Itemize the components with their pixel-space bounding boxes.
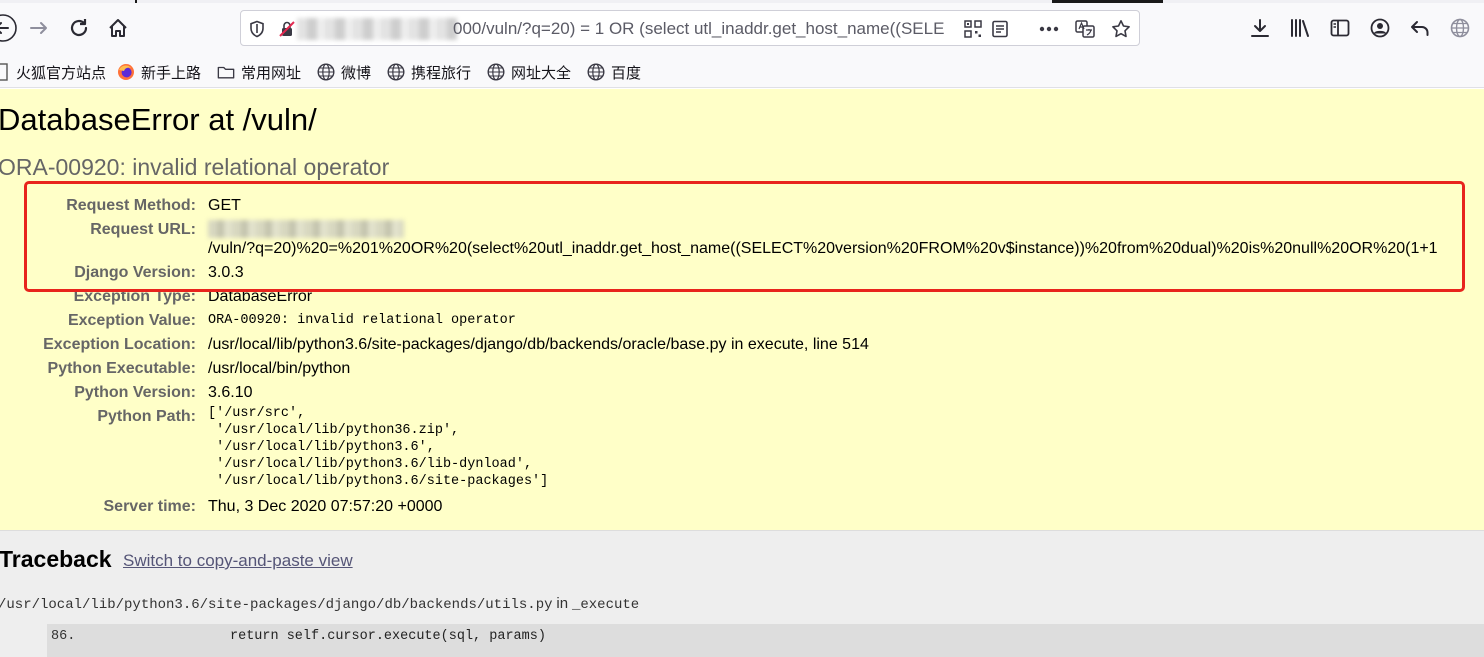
line-number: 86.	[51, 629, 76, 644]
bookmark-item-site-directory[interactable]: 网址大全	[487, 61, 571, 83]
frame-in-word: in	[556, 595, 569, 612]
shield-icon[interactable]	[247, 19, 267, 39]
traceback-title: Traceback	[0, 546, 112, 572]
bookmark-star-icon[interactable]	[1111, 19, 1131, 39]
translate-icon[interactable]	[1075, 19, 1095, 39]
globe-icon	[487, 63, 505, 81]
undo-icon[interactable]	[1405, 13, 1435, 43]
meta-key: Python Path:	[97, 408, 196, 425]
bookmark-label: 常用网址	[241, 64, 302, 82]
traceback-code-line[interactable]: 86. return self.cursor.execute(sql, para…	[47, 624, 1484, 657]
globe-icon[interactable]	[1445, 13, 1475, 43]
bookmark-item-baidu[interactable]: 百度	[587, 61, 641, 83]
bookmarks-toolbar: 火狐官方站点 新手上路 常用网址 微博 携程旅行 网址大全 百度	[0, 57, 1484, 88]
globe-icon	[317, 63, 335, 81]
switch-copy-paste-link[interactable]: Switch to copy-and-paste view	[123, 551, 353, 571]
folder-icon	[217, 63, 235, 81]
bookmark-item-getting-started[interactable]: 新手上路	[117, 61, 201, 83]
highlight-annotation-box	[24, 181, 1465, 292]
error-subtitle: ORA-00920: invalid relational operator	[0, 154, 390, 180]
bookmark-label: 微博	[341, 64, 372, 82]
browser-toolbar: 000/vuln/?q=20) = 1 OR (select utl_inadd…	[0, 0, 1484, 57]
meta-value: Thu, 3 Dec 2020 07:57:20 +0000	[208, 498, 443, 515]
download-icon[interactable]	[1245, 13, 1275, 43]
bookmark-label: 火狐官方站点	[16, 64, 107, 82]
insecure-lock-icon[interactable]	[277, 19, 297, 39]
bookmark-label: 网址大全	[511, 64, 572, 82]
globe-icon	[587, 63, 605, 81]
meta-value: /usr/local/bin/python	[208, 360, 351, 377]
meta-value: ORA-00920: invalid relational operator	[208, 313, 516, 328]
meta-key: Server time:	[103, 498, 197, 515]
meta-key: Python Executable:	[47, 360, 196, 377]
reader-view-icon[interactable]	[990, 19, 1010, 39]
line-source: return self.cursor.execute(sql, params)	[230, 629, 546, 644]
firefox-logo-icon	[117, 63, 135, 81]
forward-icon[interactable]	[24, 13, 54, 43]
meta-value: 3.6.10	[208, 384, 253, 401]
page-title: DatabaseError at /vuln/	[0, 102, 317, 137]
bookmark-label: 携程旅行	[411, 64, 472, 82]
redacted-host	[297, 18, 457, 40]
traceback-frame-header: /usr/local/lib/python3.6/site-packages/d…	[0, 594, 639, 614]
qr-code-icon[interactable]	[963, 19, 983, 39]
page-icon	[0, 63, 10, 81]
bookmark-label: 百度	[611, 64, 642, 82]
meta-key: Exception Value:	[67, 312, 196, 329]
meta-key: Exception Location:	[43, 336, 196, 353]
globe-icon	[387, 63, 405, 81]
home-icon[interactable]	[103, 13, 133, 43]
meta-value: /usr/local/lib/python3.6/site-packages/d…	[208, 336, 869, 353]
bookmark-label: 新手上路	[141, 64, 202, 82]
tab-strip-edge	[0, 0, 1484, 3]
url-bar[interactable]: 000/vuln/?q=20) = 1 OR (select utl_inadd…	[240, 10, 1140, 46]
more-actions-icon[interactable]	[1039, 19, 1059, 39]
meta-key: Python Version:	[74, 384, 196, 401]
account-icon[interactable]	[1365, 13, 1395, 43]
frame-file: /usr/local/lib/python3.6/site-packages/d…	[0, 597, 553, 613]
sidebar-icon[interactable]	[1325, 13, 1355, 43]
url-text[interactable]: 000/vuln/?q=20) = 1 OR (select utl_inadd…	[453, 19, 953, 39]
reload-icon[interactable]	[64, 13, 94, 43]
bookmark-item-firefox-official[interactable]: 火狐官方站点	[0, 61, 106, 83]
bookmark-item-common-sites[interactable]: 常用网址	[217, 61, 301, 83]
frame-function: _execute	[571, 597, 640, 613]
bookmark-item-ctrip[interactable]: 携程旅行	[387, 61, 471, 83]
bookmark-item-weibo[interactable]: 微博	[317, 61, 371, 83]
back-icon[interactable]	[0, 13, 18, 43]
meta-value: ['/usr/src', '/usr/local/lib/python36.zi…	[208, 406, 549, 489]
library-icon[interactable]	[1285, 13, 1315, 43]
